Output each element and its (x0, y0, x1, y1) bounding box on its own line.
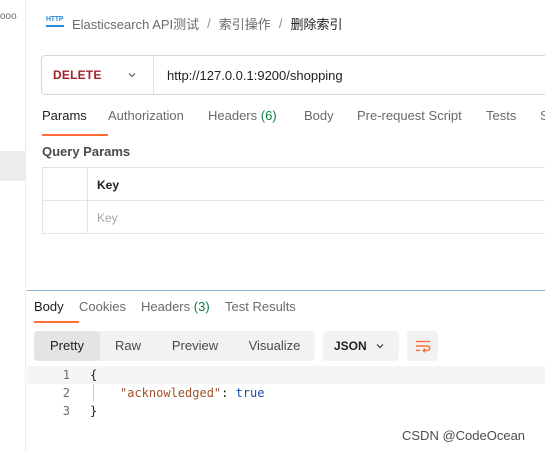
request-url-bar: DELETE http://127.0.0.1:9200/shopping (41, 55, 545, 95)
tab-params[interactable]: Params (42, 108, 108, 136)
code-line: 3 } (27, 402, 545, 420)
breadcrumb-separator: / (207, 15, 211, 31)
breadcrumb-separator: / (278, 15, 283, 31)
code-line: 2 "acknowledged": true (27, 384, 545, 402)
method-label: DELETE (53, 68, 102, 82)
pane-divider[interactable] (27, 290, 545, 291)
request-tabs: Params Authorization Headers (6) Body Pr… (42, 108, 545, 136)
tab-label: Params (42, 108, 87, 123)
tab-settings[interactable]: S (540, 108, 545, 132)
sidebar-selected-item[interactable] (0, 151, 26, 181)
tab-headers[interactable]: Headers (6) (208, 108, 304, 132)
headers-count: (3) (193, 299, 210, 314)
query-params-table: Key Key (42, 167, 545, 234)
breadcrumb-current-request[interactable]: 删除索引 (290, 14, 342, 33)
tab-label: Test Results (225, 299, 296, 314)
tab-label: Pre-request Script (357, 108, 462, 123)
sidebar: ooo (0, 0, 26, 451)
line-number: 2 (62, 386, 70, 400)
code-text: { (90, 368, 98, 382)
method-select[interactable]: DELETE (42, 56, 154, 94)
tab-label: Tests (486, 108, 517, 123)
key-input[interactable]: Key (97, 211, 118, 225)
line-number: 1 (62, 368, 70, 382)
json-key: "acknowledged" (120, 386, 222, 400)
wrap-lines-button[interactable] (407, 331, 438, 361)
tab-authorization[interactable]: Authorization (108, 108, 208, 132)
url-input[interactable]: http://127.0.0.1:9200/shopping (154, 68, 343, 83)
tab-label: Headers (208, 108, 258, 123)
mode-visualize-button[interactable]: Visualize (234, 331, 315, 361)
tab-pre-request-script[interactable]: Pre-request Script (357, 108, 486, 132)
view-mode-group: Pretty Raw Preview Visualize (34, 331, 315, 361)
tab-label: S (540, 108, 545, 123)
tab-tests[interactable]: Tests (486, 108, 540, 132)
response-tab-headers[interactable]: Headers (3) (141, 299, 225, 323)
tab-body[interactable]: Body (304, 108, 357, 132)
tab-label: Cookies (79, 299, 126, 314)
json-colon: : (221, 386, 236, 400)
breadcrumb-collection[interactable]: Elasticsearch API测试 (72, 14, 199, 33)
format-label: JSON (334, 339, 367, 353)
indent-guide (93, 384, 94, 402)
row-checkbox[interactable] (43, 201, 88, 234)
breadcrumb-folder[interactable]: 索引操作 (219, 14, 271, 33)
mode-raw-button[interactable]: Raw (100, 331, 156, 361)
http-icon: HTTP (46, 15, 64, 31)
tab-label: Authorization (108, 108, 184, 123)
line-number: 3 (62, 404, 70, 418)
response-body-editor[interactable]: 1 { 2 "acknowledged": true 3 } (27, 366, 545, 426)
code-text: } (90, 404, 98, 418)
watermark: CSDN @CodeOcean (402, 428, 526, 443)
tab-label: Body (304, 108, 334, 123)
format-select[interactable]: JSON (323, 331, 399, 361)
code-text: "acknowledged": true (120, 386, 265, 400)
chevron-down-icon (128, 73, 136, 78)
headers-count: (6) (260, 108, 277, 123)
checkbox-column (43, 168, 88, 201)
wrap-lines-icon (415, 340, 430, 353)
breadcrumb: HTTP Elasticsearch API测试 / 索引操作 / 删除索引 (46, 12, 342, 34)
params-empty-row: Key (43, 201, 545, 234)
mode-preview-button[interactable]: Preview (156, 331, 234, 361)
json-value: true (235, 386, 265, 400)
code-line: 1 { (27, 366, 545, 384)
chevron-down-icon (376, 344, 384, 349)
params-header-row: Key (43, 168, 545, 201)
query-params-title: Query Params (42, 144, 131, 159)
response-tab-cookies[interactable]: Cookies (79, 299, 141, 323)
column-header-key: Key (97, 178, 120, 192)
tab-label: Body (34, 299, 64, 314)
response-tab-body[interactable]: Body (34, 299, 79, 323)
response-tabs: Body Cookies Headers (3) Test Results (34, 299, 315, 323)
response-tab-test-results[interactable]: Test Results (225, 299, 315, 323)
more-options-icon[interactable]: ooo (0, 11, 17, 22)
mode-pretty-button[interactable]: Pretty (34, 331, 100, 361)
tab-label: Headers (141, 299, 191, 314)
